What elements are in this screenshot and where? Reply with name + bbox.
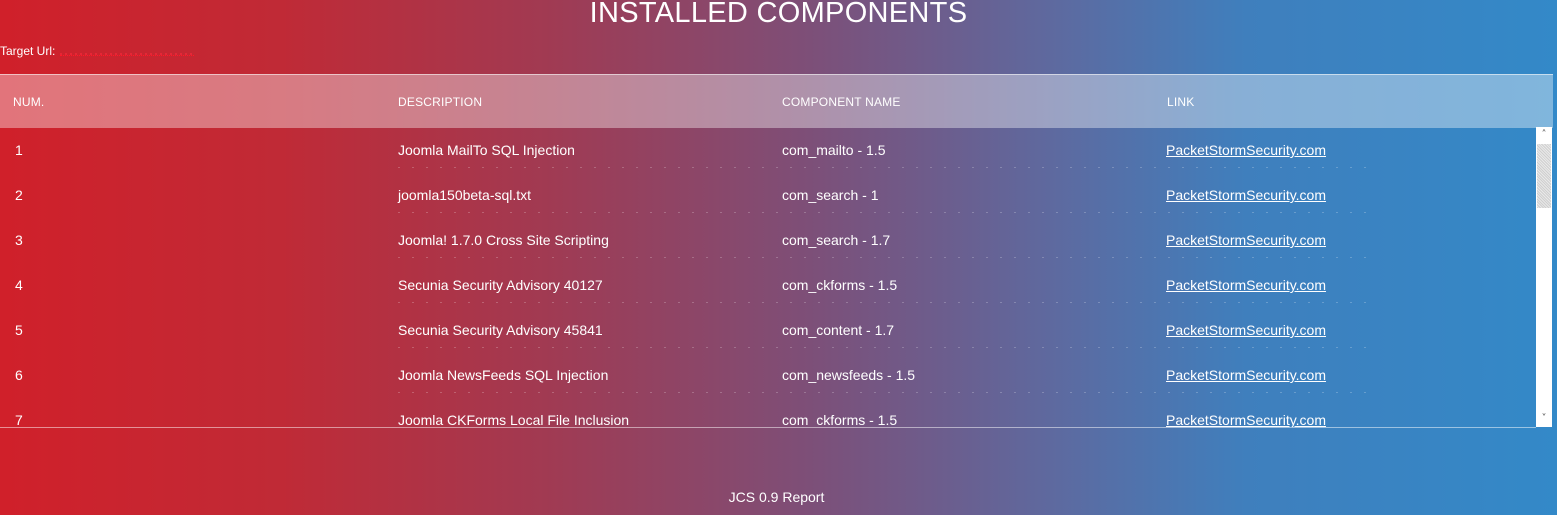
cell-component: com_content - 1.7 — [782, 322, 895, 338]
cell-num: 6 — [15, 367, 23, 383]
cell-num: 2 — [15, 187, 23, 203]
cell-component: com_ckforms - 1.5 — [782, 412, 898, 428]
cell-description: joomla150beta-sql.txt — [398, 187, 532, 203]
target-url-row: Target Url: — [0, 44, 195, 58]
table-row: 7 Joomla CKForms Local File Inclusion co… — [0, 397, 1536, 428]
cell-description: Joomla! 1.7.0 Cross Site Scripting — [398, 232, 609, 248]
cell-description: Joomla NewsFeeds SQL Injection — [398, 367, 609, 383]
header-num: NUM. — [13, 95, 45, 109]
table-body[interactable]: 1 Joomla MailTo SQL Injection com_mailto… — [0, 127, 1536, 428]
cell-component: com_search - 1 — [782, 187, 879, 203]
header-component-name: COMPONENT NAME — [782, 95, 901, 109]
table-row: 6 Joomla NewsFeeds SQL Injection com_new… — [0, 352, 1536, 397]
table-row: 1 Joomla MailTo SQL Injection com_mailto… — [0, 127, 1536, 172]
cell-link[interactable]: PacketStormSecurity.com — [1166, 412, 1326, 427]
cell-num: 7 — [15, 412, 23, 428]
cell-link[interactable]: PacketStormSecurity.com — [1166, 322, 1326, 338]
cell-link[interactable]: PacketStormSecurity.com — [1166, 277, 1326, 293]
chevron-down-icon[interactable]: ˅ — [1536, 411, 1552, 427]
cell-component: com_ckforms - 1.5 — [782, 277, 898, 293]
table-row: 5 Secunia Security Advisory 45841 com_co… — [0, 307, 1536, 352]
cell-description: Secunia Security Advisory 40127 — [398, 277, 603, 293]
components-table: NUM. DESCRIPTION COMPONENT NAME LINK 1 J… — [0, 74, 1553, 428]
target-url-link[interactable] — [60, 46, 195, 56]
target-url-label: Target Url: — [0, 44, 56, 58]
cell-component: com_search - 1.7 — [782, 232, 891, 248]
cell-num: 1 — [15, 142, 23, 158]
cell-description: Joomla MailTo SQL Injection — [398, 142, 575, 158]
header-link: LINK — [1167, 95, 1195, 109]
cell-component: com_mailto - 1.5 — [782, 142, 886, 158]
cell-link[interactable]: PacketStormSecurity.com — [1166, 142, 1326, 158]
cell-num: 5 — [15, 322, 23, 338]
cell-link[interactable]: PacketStormSecurity.com — [1166, 367, 1326, 383]
table-row: 4 Secunia Security Advisory 40127 com_ck… — [0, 262, 1536, 307]
scrollbar-thumb[interactable] — [1537, 144, 1551, 208]
table-row: 3 Joomla! 1.7.0 Cross Site Scripting com… — [0, 217, 1536, 262]
cell-num: 4 — [15, 277, 23, 293]
cell-component: com_newsfeeds - 1.5 — [782, 367, 916, 383]
cell-num: 3 — [15, 232, 23, 248]
cell-link[interactable]: PacketStormSecurity.com — [1166, 232, 1326, 248]
page-title: INSTALLED COMPONENTS — [589, 0, 968, 29]
report-footer: JCS 0.9 Report — [728, 489, 825, 505]
chevron-up-icon[interactable]: ˄ — [1536, 127, 1552, 143]
table-scrollbar[interactable]: ˄ ˅ — [1536, 127, 1552, 427]
table-header: NUM. DESCRIPTION COMPONENT NAME LINK — [0, 74, 1553, 128]
header-description: DESCRIPTION — [398, 95, 483, 109]
table-row: 2 joomla150beta-sql.txt com_search - 1 P… — [0, 172, 1536, 217]
cell-description: Secunia Security Advisory 45841 — [398, 322, 603, 338]
cell-description: Joomla CKForms Local File Inclusion — [398, 412, 630, 428]
cell-link[interactable]: PacketStormSecurity.com — [1166, 187, 1326, 203]
